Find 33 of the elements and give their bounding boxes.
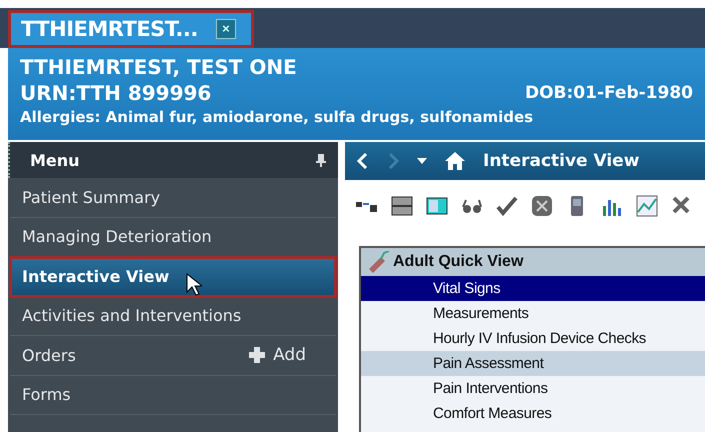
section-row[interactable]: Pain Interventions: [361, 376, 705, 401]
checkmark-icon[interactable]: [495, 194, 519, 218]
line-chart-icon[interactable]: [635, 194, 659, 218]
split-view-icon[interactable]: [390, 194, 414, 218]
menu-item[interactable]: Forms: [10, 376, 336, 415]
section-row[interactable]: Pain Assessment: [361, 351, 705, 376]
band-title: Adult Quick View: [393, 253, 524, 271]
urn: URN:TTH 899996: [20, 80, 212, 106]
close-button[interactable]: ×: [216, 19, 236, 39]
allergies: Allergies: Animal fur, amiodarone, sulfa drugs, sulfonamides: [20, 107, 534, 128]
plus-icon: [249, 347, 266, 364]
back-icon[interactable]: [357, 153, 369, 169]
section-row[interactable]: Hourly IV Infusion Device Checks: [361, 326, 705, 351]
section-row[interactable]: Comfort Measures: [361, 401, 705, 426]
view-title: Interactive View: [483, 151, 640, 171]
menu-item[interactable]: Activities and Interventions: [10, 296, 336, 336]
add-button[interactable]: Add: [249, 345, 306, 366]
patient-tab[interactable]: TTHIEMRTEST... ×: [8, 10, 254, 48]
menu-item[interactable]: Orders Add: [10, 336, 336, 376]
menu-title: Menu: [30, 150, 80, 170]
menu-item[interactable]: Interactive View: [10, 257, 336, 296]
menu-item[interactable]: Patient Summary: [10, 178, 336, 218]
section-row[interactable]: Vital Signs: [361, 276, 705, 301]
pin-icon[interactable]: [316, 154, 326, 166]
patient-name: TTHIEMRTEST, TEST ONE: [20, 54, 298, 80]
band-header[interactable]: Adult Quick View: [361, 248, 705, 276]
dropdown-icon[interactable]: [417, 158, 427, 164]
section-row[interactable]: Measurements: [361, 301, 705, 326]
home-icon[interactable]: [445, 152, 465, 170]
add-label: Add: [273, 345, 306, 366]
cancel-icon[interactable]: [530, 194, 554, 218]
pointer-icon: [186, 273, 202, 297]
date-of-birth: DOB:01-Feb-1980: [524, 83, 693, 103]
